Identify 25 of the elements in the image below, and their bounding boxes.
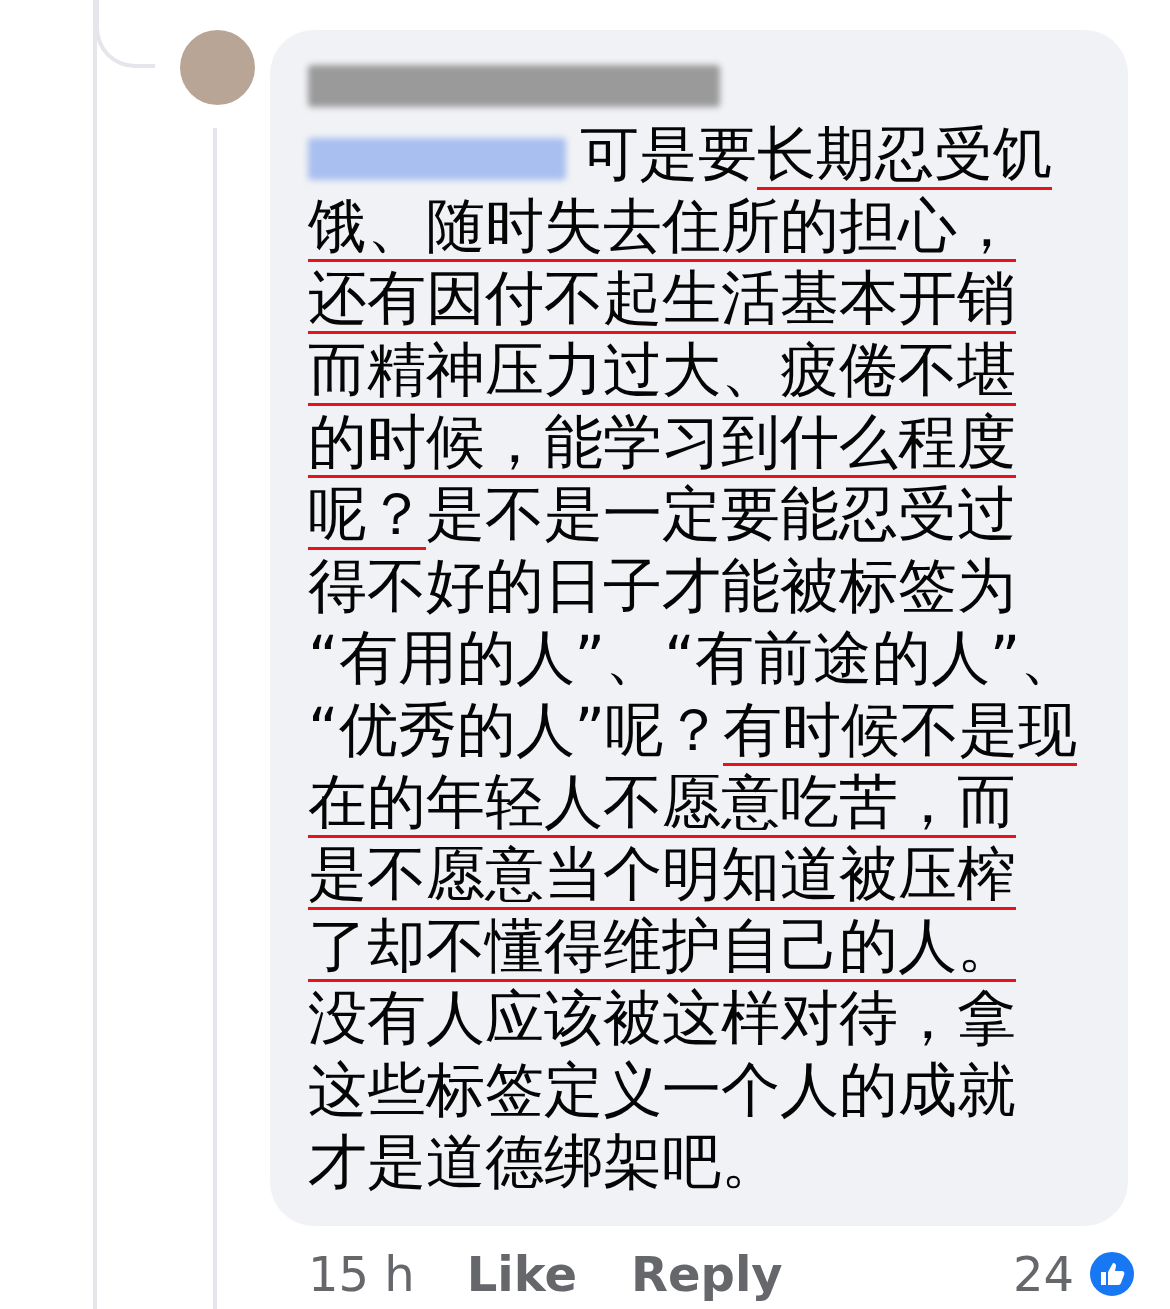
underlined-text: 的时候，能学习到什么程度 [308, 408, 1016, 478]
underlined-text: 呢？ [308, 480, 426, 550]
underlined-text: 饿、随时失去住所的担心， [308, 192, 1016, 262]
redacted-mention[interactable] [308, 138, 566, 180]
underlined-text: 还有因付不起生活基本开销 [308, 264, 1016, 334]
like-reaction-icon[interactable] [1088, 1249, 1136, 1298]
comment-text: “有用的人”、“有前途的人”、 [308, 624, 1080, 694]
underlined-text: 在的年轻人不愿意吃苦，而 [308, 768, 1016, 838]
underlined-text: 了却不懂得维护自己的人。 [308, 912, 1016, 982]
underlined-text: 长期忍受饥 [757, 120, 1052, 190]
reply-link[interactable]: Reply [631, 1237, 783, 1309]
comment-text: 可是要 [580, 120, 757, 190]
comment-text: “优秀的人”呢？ [308, 696, 724, 766]
comment-text: 这些标签定义一个人的成就 [308, 1056, 1016, 1126]
comment-text: 得不好的日子才能被标签为 [308, 552, 1016, 622]
redacted-name[interactable] [308, 65, 720, 107]
reaction-count[interactable]: 24 [1012, 1237, 1074, 1309]
underlined-text: 是不愿意当个明知道被压榨 [308, 840, 1016, 910]
comment-text: 没有人应该被这样对待，拿 [308, 984, 1016, 1054]
comment-text: 是不是一定要能忍受过 [426, 480, 1016, 550]
underlined-text: 而精神压力过大、疲倦不堪 [308, 336, 1016, 406]
underlined-text: 有时候不是现 [723, 696, 1078, 766]
comment-time[interactable]: 15 h [308, 1237, 415, 1309]
like-link[interactable]: Like [466, 1237, 577, 1309]
comment-text: 才是道德绑架吧。 [308, 1128, 780, 1198]
